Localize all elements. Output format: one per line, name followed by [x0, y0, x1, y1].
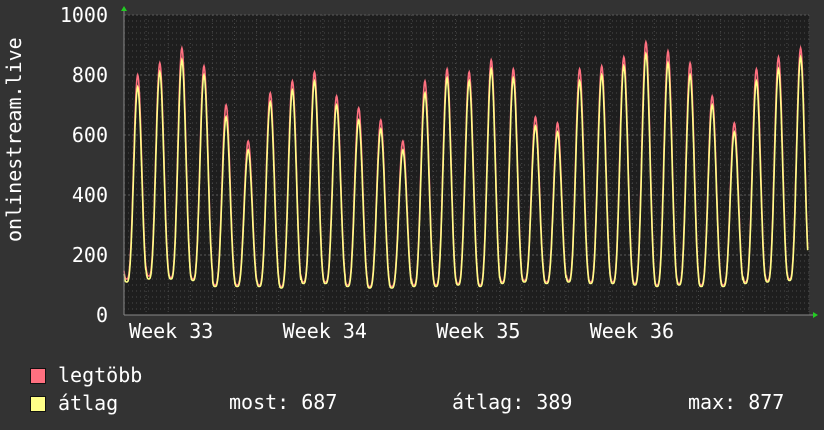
y-tick-label: 600: [72, 123, 108, 147]
y-axis-label: onlinestream.live: [2, 37, 26, 242]
stat-maximum: max: 877: [688, 390, 785, 414]
stat-current: most: 687: [229, 390, 338, 414]
x-tick-label: Week 36: [590, 319, 674, 343]
legend-label-max: legtöbb: [58, 363, 143, 387]
chart: 0 200 400 600 800 1000 Week 33 Week 34 Week 35 We…: [60, 3, 818, 343]
x-tick-label: Week 33: [129, 319, 213, 343]
y-tick-label: 0: [96, 303, 108, 327]
plot-area: [124, 15, 809, 315]
y-tick-label: 800: [72, 63, 108, 87]
y-tick-label: 1000: [60, 3, 108, 27]
y-tick-label: 400: [72, 183, 108, 207]
y-axis-arrow: [121, 6, 127, 11]
x-tick-label: Week 35: [436, 319, 520, 343]
legend-label-avg: átlag: [58, 391, 119, 415]
y-tick-label: 200: [72, 243, 108, 267]
legend-swatch-max: [30, 368, 46, 384]
stat-average: átlag: 389: [452, 390, 573, 414]
x-tick-label: Week 34: [283, 319, 367, 343]
legend-swatch-avg: [30, 396, 46, 412]
x-axis-arrow: [813, 312, 818, 318]
